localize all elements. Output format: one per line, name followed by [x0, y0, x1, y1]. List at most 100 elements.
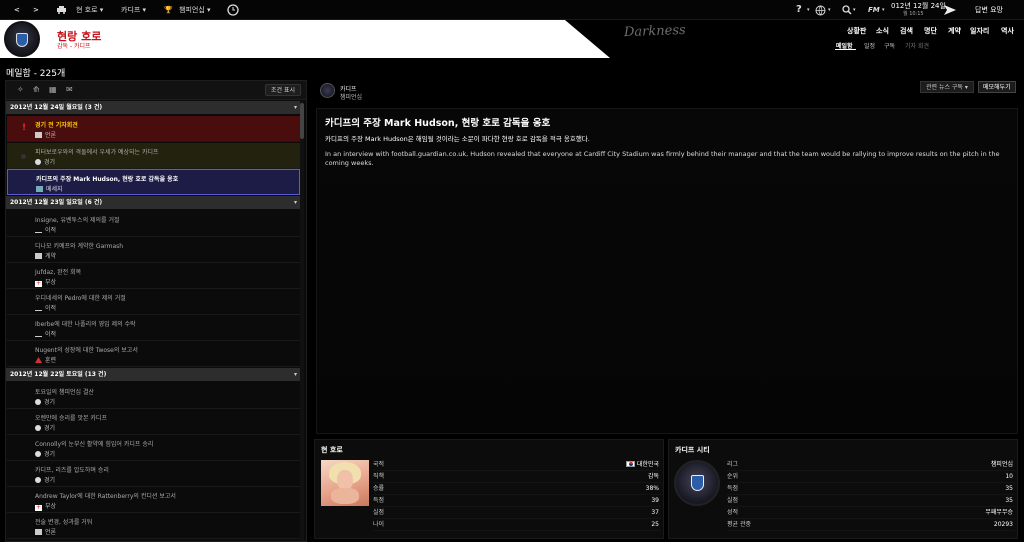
stat-value: 35: [1005, 497, 1013, 504]
article-title: 카디프의 주장 Mark Hudson, 현랑 호로 감독을 옹호: [325, 118, 551, 129]
collapse-arrow-icon[interactable]: ▾: [294, 101, 297, 114]
stat-value: 10: [1005, 473, 1013, 480]
message-tag-label: 훈련: [45, 357, 57, 364]
stat-label: 국적: [373, 461, 385, 468]
message-tag-label: 경기: [44, 159, 56, 166]
club-crest-icon: [674, 460, 720, 506]
continue-button[interactable]: 답변 요망: [975, 0, 1003, 20]
inbox-toolbar: ✧ ⟰ ▦ ✉ 조건 표시: [6, 81, 306, 100]
urgent-icon: !: [22, 123, 27, 133]
back-arrow-icon[interactable]: <: [14, 0, 20, 20]
nav-news[interactable]: 소식: [876, 26, 889, 36]
date-group-header[interactable]: 2012년 12월 24일 월요일 (3 건) ▾: [6, 101, 301, 114]
nav-search[interactable]: 검색: [900, 26, 913, 36]
message-tag: + 부상: [35, 501, 56, 511]
forward-arrow-icon[interactable]: >: [33, 0, 39, 20]
filter-button[interactable]: 조건 표시: [265, 84, 301, 96]
list-item[interactable]: 디나모 키예프와 계약한 Garmash 계약: [7, 237, 300, 263]
stat-value: 무패무무승: [985, 509, 1013, 516]
article-panel: 카디프의 주장 Mark Hudson, 현랑 호로 감독을 옹호 카디프의 주…: [316, 108, 1018, 434]
help-dropdown-icon[interactable]: ▾: [807, 0, 810, 20]
subnav-press-conference[interactable]: 기자 회견: [905, 41, 929, 50]
fm-dropdown-icon[interactable]: ▾: [882, 0, 885, 20]
date-group-header[interactable]: 2012년 12월 22일 토요일 (13 건) ▾: [6, 368, 301, 381]
nationality-value: 대한민국: [636, 461, 659, 468]
related-news-button[interactable]: 관련 뉴스 구독 ▾: [920, 81, 974, 93]
message-tag: 훈련: [35, 355, 56, 364]
search-dropdown-icon[interactable]: ▾: [853, 0, 856, 20]
scrollbar[interactable]: [300, 101, 304, 541]
clock-icon[interactable]: [227, 0, 239, 20]
ball-icon: [35, 159, 41, 165]
collapse-arrow-icon[interactable]: ▾: [294, 368, 297, 381]
club-menu[interactable]: 현 호로 ▾: [76, 0, 103, 20]
list-item[interactable]: Iberbe에 대한 나폴리의 영입 제의 수락 이적: [7, 315, 300, 341]
top-bar: < > 현 호로 ▾ 카디프 ▾ 🏆 챔피언십 ▾ ? ▾ ▾ ▾ FM ▾ 0…: [0, 0, 1024, 20]
fm-label: FM: [868, 6, 880, 14]
help-icon[interactable]: ?: [796, 0, 802, 20]
message-tag: 언론: [35, 527, 56, 536]
stat-row: 순위 10: [727, 471, 1015, 483]
stat-value: 감독: [647, 473, 659, 480]
globe-icon[interactable]: [815, 0, 826, 20]
stat-value: 챔피언십: [990, 461, 1013, 468]
list-item[interactable]: ! 경기 전 기자회견 언론: [7, 116, 300, 142]
list-item[interactable]: Jufdaz, 완전 회복 + 부상: [7, 263, 300, 289]
list-item[interactable]: Connolly의 눈부신 활약에 힘입어 카디프 승리 경기: [7, 435, 300, 461]
stat-label: 리그: [727, 461, 739, 468]
ball-icon: [35, 451, 41, 457]
car-icon[interactable]: [56, 0, 67, 20]
globe-dropdown-icon[interactable]: ▾: [828, 0, 831, 20]
stat-label: 득점: [727, 485, 739, 492]
transfer-arrow-icon: [35, 331, 42, 337]
memo-button[interactable]: 메모해두기: [978, 81, 1016, 93]
ball-icon: [35, 477, 41, 483]
stat-row: 국적 대한민국: [373, 459, 661, 471]
list-item[interactable]: Insigne, 유벤투스의 제의를 거절 이적: [7, 211, 300, 237]
stat-label: 성적: [727, 509, 739, 516]
continue-arrow-icon[interactable]: [943, 0, 957, 20]
message-title: 경기 전 기자회견: [35, 122, 78, 129]
article-lead: 카디프의 주장 Mark Hudson은 해임될 것이라는 소문이 파다한 현랑…: [325, 135, 590, 143]
message-title: 카디프, 리즈를 압도하며 승리: [35, 467, 109, 474]
list-item-selected[interactable]: 카디프의 주장 Mark Hudson, 현랑 호로 감독을 옹호 메세지: [7, 169, 300, 195]
nav-contracts[interactable]: 계약: [948, 26, 961, 36]
list-item[interactable]: 카디프, 리즈를 압도하며 승리 경기: [7, 461, 300, 487]
stat-label: 평균 관중: [727, 521, 751, 528]
message-tag: 이적: [35, 329, 56, 338]
search-icon[interactable]: [842, 0, 852, 20]
list-item[interactable]: Nugent의 성장에 대한 Twose의 보고서 훈련: [7, 341, 300, 367]
list-item[interactable]: 오렌만에 승리를 맛본 카디프 경기: [7, 409, 300, 435]
subnav-schedule[interactable]: 일정: [864, 41, 875, 50]
nav-overview[interactable]: 상황판: [847, 26, 866, 36]
stat-value: 대한민국: [625, 459, 659, 471]
list-item[interactable]: 토요일의 챔피언십 결산 경기: [7, 383, 300, 409]
competition-menu-label: 챔피언십: [179, 6, 205, 14]
message-tag-label: 부상: [45, 279, 57, 286]
list-item[interactable]: 전술 변경, 성과를 거둬 언론: [7, 513, 300, 539]
nav-jobs[interactable]: 일자리: [970, 26, 989, 36]
fm-menu[interactable]: FM: [868, 0, 880, 20]
date-group-header[interactable]: 2012년 12월 23일 일요일 (6 건) ▾: [6, 196, 301, 209]
team-menu[interactable]: 카디프 ▾: [121, 0, 146, 20]
nav-squad[interactable]: 명단: [924, 26, 937, 36]
scrollbar-thumb[interactable]: [300, 103, 304, 139]
list-item[interactable]: 우디네세의 Pedro에 대한 제의 거절 이적: [7, 289, 300, 315]
collapse-icon[interactable]: ✧: [17, 85, 24, 94]
list-item[interactable]: 피터보로우와의 격돌에서 우세가 예상되는 카디프 경기: [7, 143, 300, 169]
subnav-subscriptions[interactable]: 구독: [884, 41, 895, 50]
message-tag: 경기: [35, 475, 55, 484]
grid-icon[interactable]: ▦: [49, 85, 57, 94]
nav-history[interactable]: 역사: [1001, 26, 1014, 36]
collapse-arrow-icon[interactable]: ▾: [294, 196, 297, 209]
manager-card-title[interactable]: 현 호로: [321, 445, 343, 455]
mail-icon[interactable]: ✉: [66, 85, 73, 94]
competition-menu[interactable]: 챔피언십 ▾: [179, 0, 211, 20]
stat-label: 실점: [373, 509, 385, 516]
list-item[interactable]: Andrew Taylor에 대한 Rattenberry의 컨디션 보고서 +…: [7, 487, 300, 513]
ball-icon: [35, 399, 41, 405]
expand-icon[interactable]: ⟰: [33, 85, 40, 94]
stat-row: 실점 37: [373, 507, 661, 519]
club-card-title[interactable]: 카디프 시티: [675, 445, 710, 455]
message-tag-label: 이적: [45, 331, 57, 338]
